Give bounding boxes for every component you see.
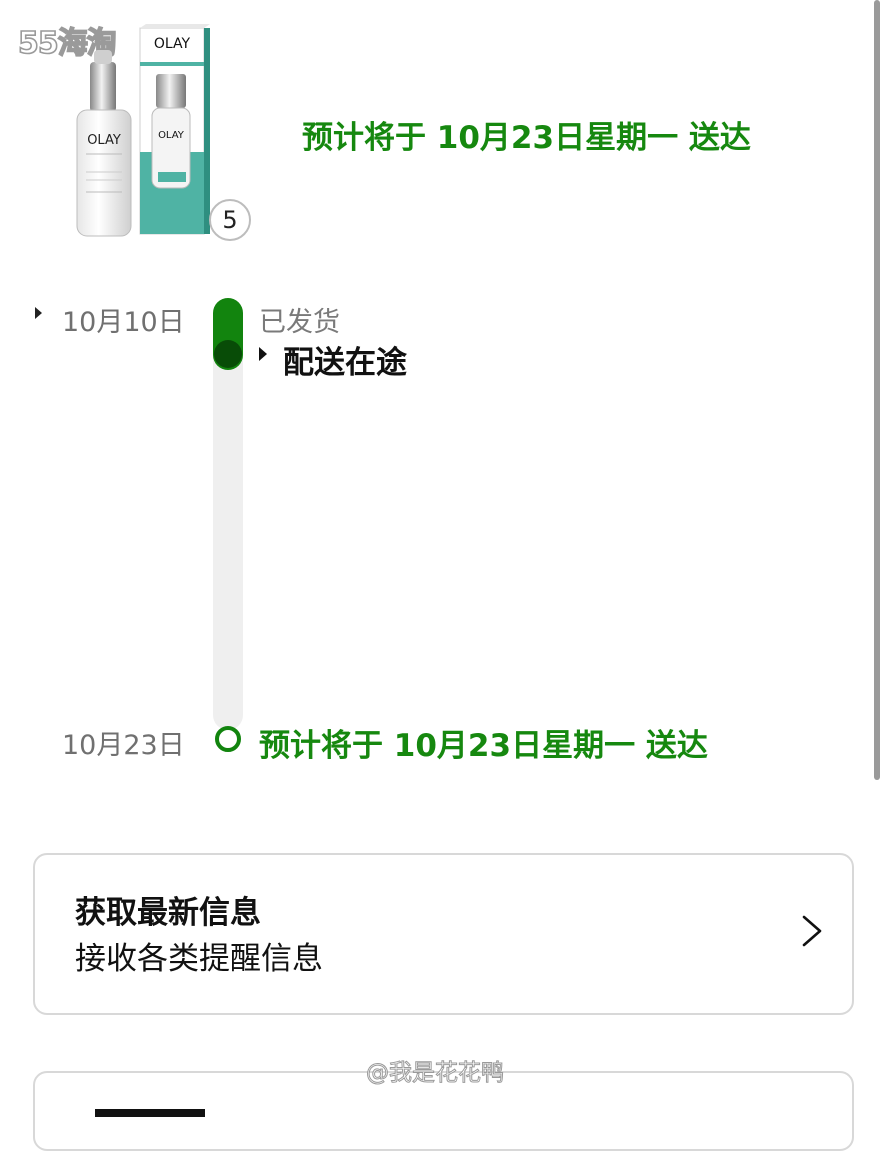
updates-card[interactable]: 获取最新信息 接收各类提醒信息: [33, 853, 854, 1015]
delivery-target-icon: [215, 726, 241, 752]
status-in-transit[interactable]: 配送在途: [283, 337, 407, 382]
bottle-brand: OLAY: [87, 133, 121, 148]
eta-header: 预计将于 10月23日星期一 送达: [302, 120, 751, 156]
updates-card-subtitle: 接收各类提醒信息: [75, 941, 323, 977]
scrollbar[interactable]: [874, 0, 880, 780]
updates-card-title: 获取最新信息: [75, 895, 261, 931]
current-status-dot: [214, 340, 242, 368]
box-brand: OLAY: [154, 36, 191, 52]
watermark-bottom: @我是花花鸭: [366, 1060, 505, 1087]
box-bottle-brand: OLAY: [158, 130, 185, 141]
product-image[interactable]: OLAY OLAY OLAY: [72, 22, 222, 242]
olay-serum-product-image: OLAY OLAY OLAY: [76, 24, 210, 237]
eta-timeline-row: 预计将于 10月23日星期一 送达: [259, 728, 708, 764]
caret-right-icon[interactable]: [259, 347, 267, 361]
chevron-right-icon[interactable]: [793, 913, 829, 949]
status-shipped: 已发货: [259, 307, 340, 338]
start-date: 10月10日: [62, 307, 185, 338]
caret-right-icon[interactable]: [35, 307, 42, 319]
next-card-partial-title: [95, 1109, 205, 1117]
quantity-badge: 5: [209, 199, 251, 241]
end-date: 10月23日: [62, 730, 185, 761]
